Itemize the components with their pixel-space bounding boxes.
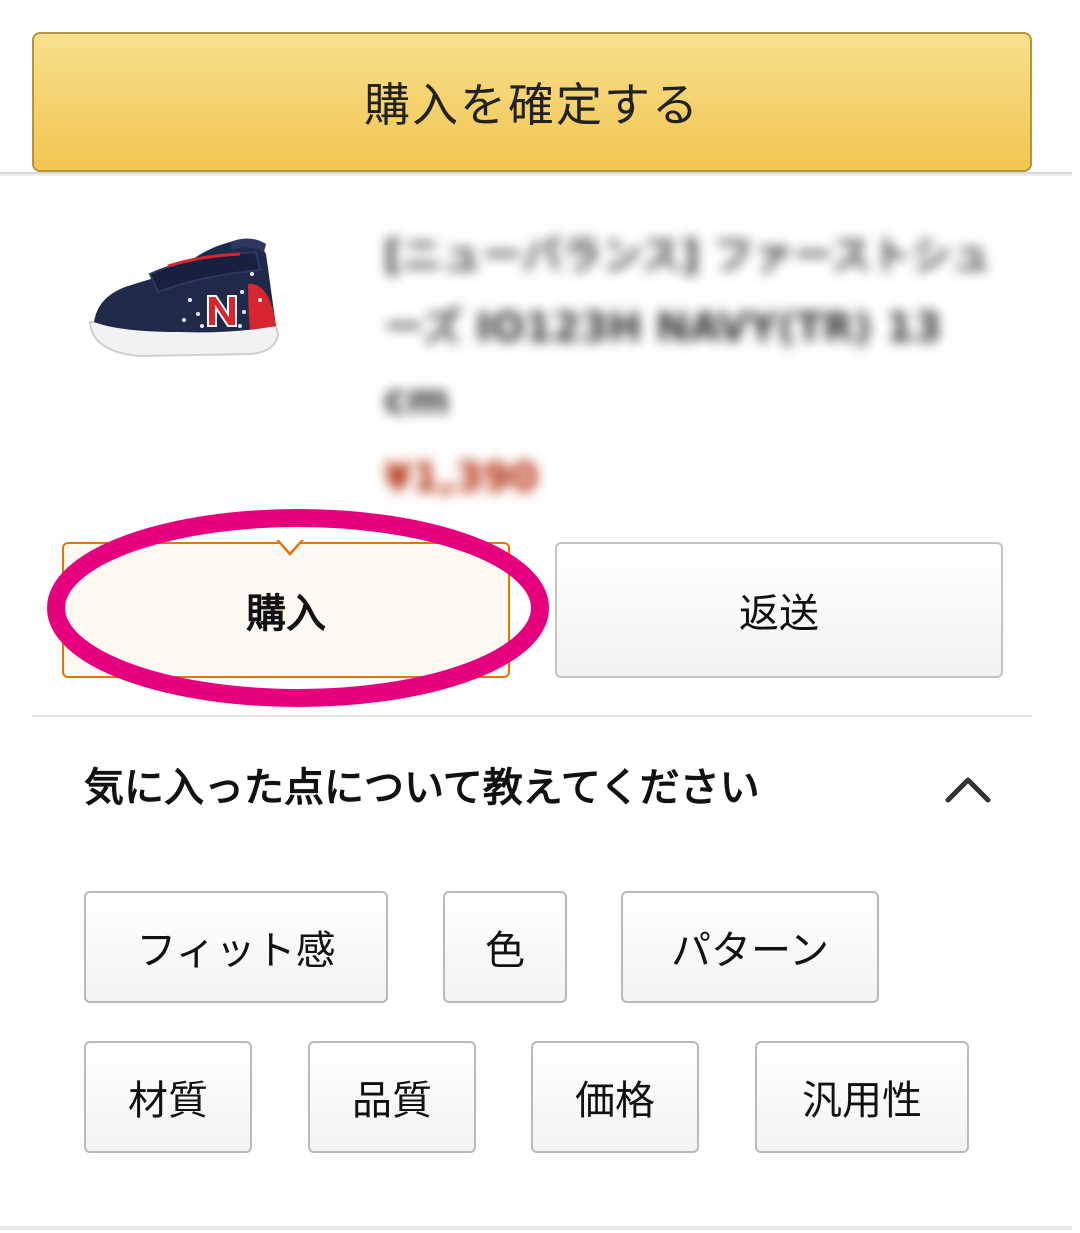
return-tab-button[interactable]: 返送 — [555, 542, 1003, 678]
bottom-divider — [0, 1226, 1072, 1230]
product-info: [ニューバランス] ファーストシューズ IO123H NAVY(TR) 13 c… — [384, 220, 1004, 508]
section-divider — [32, 715, 1032, 717]
product-price: ¥1,390 — [384, 455, 539, 501]
chevron-up-icon[interactable] — [940, 766, 996, 810]
chip-pattern[interactable]: パターン — [621, 891, 879, 1003]
product-row: [ニューバランス] ファーストシューズ IO123H NAVY(TR) 13 c… — [0, 176, 1072, 516]
product-title[interactable]: [ニューバランス] ファーストシューズ IO123H NAVY(TR) 13 c… — [384, 220, 1004, 436]
chip-color[interactable]: 色 — [443, 891, 567, 1003]
chip-quality[interactable]: 品質 — [308, 1041, 476, 1153]
sneaker-icon — [88, 238, 280, 358]
chip-versatility[interactable]: 汎用性 — [755, 1041, 969, 1153]
confirm-purchase-button[interactable]: 購入を確定する — [32, 32, 1032, 172]
chip-material[interactable]: 材質 — [84, 1041, 252, 1153]
confirm-area: 購入を確定する — [0, 0, 1072, 174]
selected-notch-inner — [279, 540, 301, 552]
chip-fit[interactable]: フィット感 — [84, 891, 388, 1003]
chip-price[interactable]: 価格 — [531, 1041, 699, 1153]
purchase-feedback-screen: 購入を確定する [ニューバランス] ファーストシューズ IO123H NAVY(… — [0, 0, 1080, 1233]
purchase-tab-button[interactable]: 購入 — [62, 542, 510, 678]
feedback-heading: 気に入った点について教えてください — [84, 765, 760, 811]
